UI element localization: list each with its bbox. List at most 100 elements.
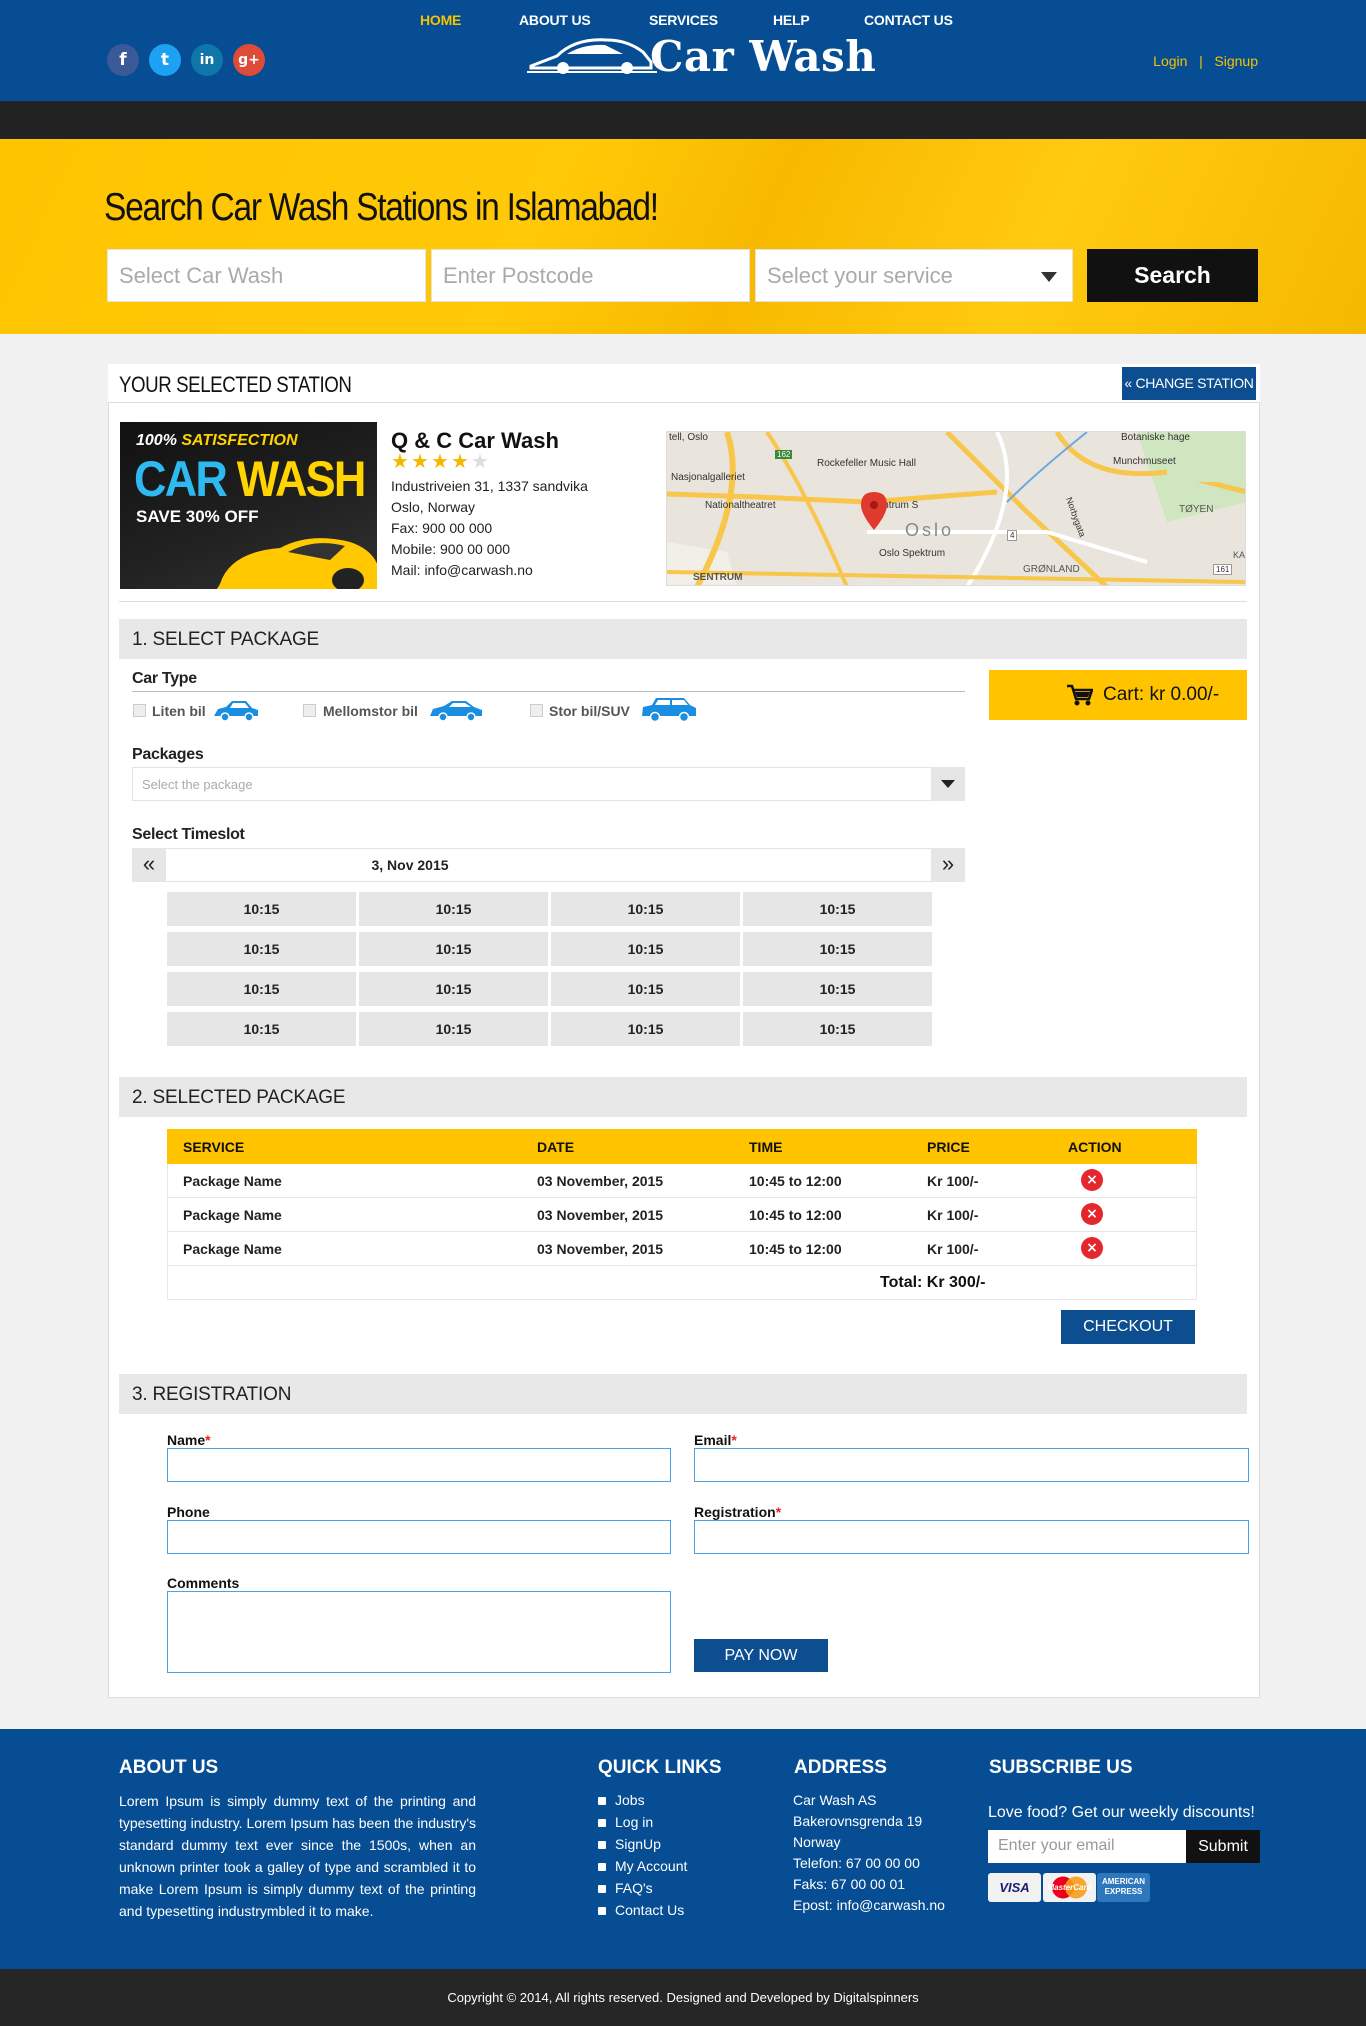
table-header <box>167 1129 1197 1164</box>
column-header-time: TIME <box>749 1139 783 1155</box>
email-label-text: Email <box>694 1432 732 1448</box>
selected-date: 3, Nov 2015 <box>371 857 449 873</box>
timeslot-button[interactable]: 10:15 <box>551 1012 740 1046</box>
footer-link-faq[interactable]: FAQ's <box>598 1880 653 1896</box>
divider <box>119 601 1247 602</box>
timeslot-button[interactable]: 10:15 <box>359 1012 548 1046</box>
search-button[interactable]: Search <box>1087 249 1258 302</box>
email-field[interactable] <box>694 1448 1249 1482</box>
nav-services[interactable]: SERVICES <box>649 12 718 28</box>
registration-field[interactable] <box>694 1520 1249 1554</box>
total-row <box>167 1266 1197 1300</box>
station-map[interactable]: tell, Oslo Nasjonalgalleriet Rockefeller… <box>666 431 1246 586</box>
comments-label: Comments <box>167 1575 240 1591</box>
login-link[interactable]: Login <box>1153 53 1187 69</box>
nav-help[interactable]: HELP <box>773 12 810 28</box>
map-label: GRØNLAND <box>1023 564 1080 575</box>
timeslot-button[interactable]: 10:15 <box>743 892 932 926</box>
divider <box>132 691 965 692</box>
footer-link-jobs[interactable]: Jobs <box>598 1792 645 1808</box>
main-nav <box>0 101 1366 139</box>
timeslot-button[interactable]: 10:15 <box>167 1012 356 1046</box>
facebook-icon[interactable]: f <box>107 44 139 76</box>
nav-home[interactable]: HOME <box>420 12 461 28</box>
car-type-checkbox-medium[interactable] <box>303 704 316 717</box>
row-price: Kr 100/- <box>927 1207 979 1223</box>
timeslot-button[interactable]: 10:15 <box>743 932 932 966</box>
mastercard-icon: MasterCard <box>1043 1873 1096 1902</box>
remove-row-button[interactable]: × <box>1081 1237 1103 1259</box>
star-empty-icon: ★ <box>471 451 489 473</box>
pay-now-button[interactable]: PAY NOW <box>694 1639 828 1672</box>
car-type-checkbox-small[interactable] <box>133 704 146 717</box>
footer-about-text: Lorem Ipsum is simply dummy text of the … <box>119 1793 476 1919</box>
service-select-placeholder: Select your service <box>767 263 953 288</box>
postcode-input[interactable]: Enter Postcode <box>431 249 750 302</box>
timeslot-button[interactable]: 10:15 <box>167 932 356 966</box>
timeslot-button[interactable]: 10:15 <box>551 932 740 966</box>
close-icon: × <box>1086 1240 1098 1256</box>
yellow-car-image <box>216 538 377 589</box>
name-label-text: Name <box>167 1432 206 1448</box>
timeslot-button[interactable]: 10:15 <box>359 932 548 966</box>
prev-date-button[interactable]: « <box>132 848 166 882</box>
nav-contact-us[interactable]: CONTACT US <box>864 12 953 28</box>
footer-link-login[interactable]: Log in <box>598 1814 653 1830</box>
timeslot-button[interactable]: 10:15 <box>167 892 356 926</box>
package-select[interactable]: Select the package <box>132 767 965 801</box>
remove-row-button[interactable]: × <box>1081 1169 1103 1191</box>
remove-row-button[interactable]: × <box>1081 1203 1103 1225</box>
star-filled-icon: ★ <box>411 451 429 473</box>
subscribe-submit-button[interactable]: Submit <box>1186 1830 1260 1863</box>
signup-link[interactable]: Signup <box>1214 53 1258 69</box>
timeslot-button[interactable]: 10:15 <box>743 1012 932 1046</box>
next-date-button[interactable]: » <box>931 848 965 882</box>
star-filled-icon: ★ <box>451 451 469 473</box>
comments-field[interactable] <box>167 1591 671 1673</box>
row-price: Kr 100/- <box>927 1241 979 1257</box>
star-filled-icon: ★ <box>431 451 449 473</box>
checkout-button[interactable]: CHECKOUT <box>1061 1310 1195 1344</box>
footer-about-title: ABOUT US <box>119 1757 219 1778</box>
car-type-checkbox-large[interactable] <box>530 704 543 717</box>
car-wash-select-input[interactable]: Select Car Wash <box>107 249 426 302</box>
footer-link-contact[interactable]: Contact Us <box>598 1902 684 1918</box>
footer-link-account[interactable]: My Account <box>598 1858 687 1874</box>
package-dropdown-toggle[interactable] <box>931 767 965 801</box>
linkedin-icon[interactable]: in <box>191 44 223 76</box>
footer-link-signup[interactable]: SignUp <box>598 1836 661 1852</box>
twitter-icon[interactable]: t <box>149 44 181 76</box>
row-service: Package Name <box>183 1207 282 1223</box>
chevron-down-icon <box>941 780 955 788</box>
timeslot-button[interactable]: 10:15 <box>551 972 740 1006</box>
timeslot-button[interactable]: 10:15 <box>551 892 740 926</box>
service-select[interactable]: Select your service <box>755 249 1073 302</box>
amex-icon: AMERICAN EXPRESS <box>1097 1873 1150 1902</box>
name-field[interactable] <box>167 1448 671 1482</box>
change-station-button[interactable]: « CHANGE STATION <box>1122 367 1256 400</box>
small-car-icon <box>214 701 258 722</box>
close-icon: × <box>1086 1206 1098 1222</box>
timeslot-button[interactable]: 10:15 <box>359 972 548 1006</box>
map-label: 162 <box>775 450 793 459</box>
column-header-service: SERVICE <box>183 1139 245 1155</box>
map-label: Nationaltheatret <box>705 500 776 511</box>
timeslot-button[interactable]: 10:15 <box>167 972 356 1006</box>
hero-title: Search Car Wash Stations in Islamabad! <box>104 186 659 229</box>
promo-line-2a: CAR <box>134 451 237 507</box>
nav-about-us[interactable]: ABOUT US <box>519 12 591 28</box>
cart-button[interactable]: Cart: kr 0.00/- <box>989 670 1247 720</box>
name-label: Name* <box>167 1432 211 1448</box>
map-label: Rockefeller Music Hall <box>817 458 916 469</box>
subscribe-email-input[interactable]: Enter your email <box>988 1830 1186 1863</box>
row-date: 03 November, 2015 <box>537 1173 664 1189</box>
google-plus-icon[interactable]: g+ <box>233 44 265 76</box>
row-service: Package Name <box>183 1241 282 1257</box>
timeslot-button[interactable]: 10:15 <box>359 892 548 926</box>
logo-text[interactable]: Car Wash <box>650 32 876 81</box>
visa-icon: VISA <box>988 1873 1041 1902</box>
copyright-text: Copyright © 2014, All rights reserved. D… <box>447 1990 919 2005</box>
station-mail: Mail: info@carwash.no <box>391 562 533 578</box>
phone-field[interactable] <box>167 1520 671 1554</box>
timeslot-button[interactable]: 10:15 <box>743 972 932 1006</box>
